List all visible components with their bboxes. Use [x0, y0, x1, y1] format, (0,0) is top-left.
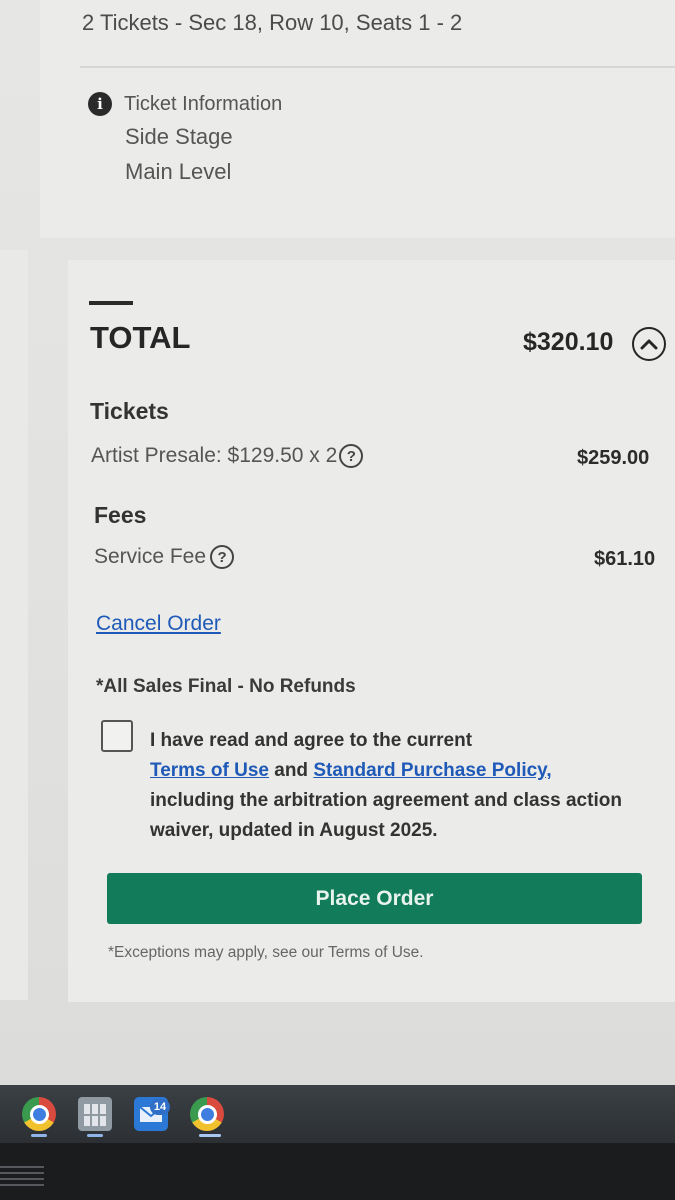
- ticket-info-line: Side Stage: [125, 124, 233, 149]
- fee-line: Service Fee ?: [94, 545, 235, 569]
- agreement-text: I have read and agree to the current Ter…: [150, 726, 650, 846]
- agreement-and: and: [274, 760, 309, 781]
- agreement-prefix: I have read and agree to the current: [150, 730, 473, 751]
- ticket-line-label: Artist Presale: $129.50 x 2: [91, 444, 338, 467]
- total-label: TOTAL: [90, 320, 191, 355]
- collapse-total-button[interactable]: [632, 327, 666, 361]
- fees-heading: Fees: [94, 502, 147, 528]
- side-panel-edge: [0, 250, 28, 1000]
- help-icon[interactable]: ?: [339, 444, 364, 468]
- chrome-profile-icon[interactable]: [190, 1097, 224, 1131]
- browser-viewport: 2 Tickets - Sec 18, Row 10, Seats 1 - 2 …: [0, 0, 675, 1085]
- total-dash: [89, 301, 133, 305]
- exceptions-note: *Exceptions may apply, see our Terms of …: [108, 944, 424, 961]
- bezel-vent: [0, 1166, 44, 1196]
- info-icon: i: [88, 92, 112, 116]
- calculator-icon[interactable]: [78, 1097, 112, 1131]
- mail-badge: 14: [150, 1099, 170, 1115]
- agree-checkbox[interactable]: [101, 720, 133, 752]
- fee-line-label: Service Fee: [94, 545, 207, 568]
- chrome-icon[interactable]: [22, 1097, 56, 1131]
- divider: [80, 66, 675, 68]
- ticket-line-amount: $259.00: [577, 447, 650, 469]
- monitor-bezel: [0, 1143, 675, 1200]
- cancel-order-link[interactable]: Cancel Order: [96, 612, 221, 636]
- tickets-heading: Tickets: [90, 398, 169, 424]
- running-indicator: [87, 1134, 103, 1137]
- fee-line-amount: $61.10: [594, 548, 656, 570]
- chevron-up-icon: [640, 339, 658, 350]
- ticket-info-title: Ticket Information: [124, 92, 283, 115]
- help-icon[interactable]: ?: [210, 545, 235, 569]
- ticket-line: Artist Presale: $129.50 x 2 ?: [91, 444, 364, 468]
- terms-of-use-link[interactable]: Terms of Use: [150, 760, 269, 781]
- agreement-suffix: including the arbitration agreement and …: [150, 790, 622, 841]
- active-indicator: [199, 1134, 221, 1137]
- running-indicator: [31, 1134, 47, 1137]
- ticket-header: 2 Tickets - Sec 18, Row 10, Seats 1 - 2: [82, 10, 463, 35]
- sales-final-notice: *All Sales Final - No Refunds: [96, 676, 356, 697]
- total-amount: $320.10: [523, 328, 614, 356]
- ticket-info-row: i Ticket Information: [88, 92, 282, 116]
- purchase-policy-link[interactable]: Standard Purchase Policy,: [313, 760, 551, 781]
- place-order-button[interactable]: Place Order: [107, 873, 642, 924]
- ticket-info-line: Main Level: [125, 159, 232, 184]
